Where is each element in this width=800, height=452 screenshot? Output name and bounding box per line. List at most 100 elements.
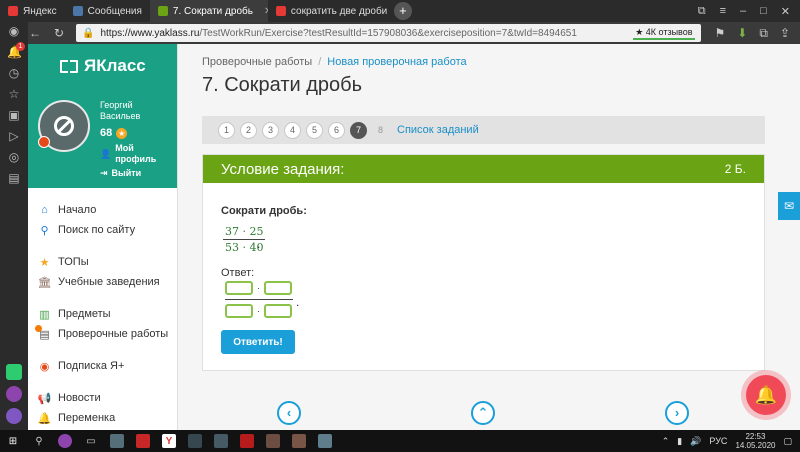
answer-denominator-input-1[interactable] bbox=[225, 304, 253, 318]
page-8[interactable]: 8 bbox=[372, 122, 389, 139]
close-window-icon[interactable]: ✕ bbox=[781, 5, 790, 18]
extensions-icon[interactable]: ⧉ bbox=[759, 26, 768, 41]
logo-text: ЯКласс bbox=[84, 56, 146, 75]
collections-icon[interactable]: ▣ bbox=[7, 108, 21, 122]
page-6[interactable]: 6 bbox=[328, 121, 345, 139]
new-tab-button[interactable]: + bbox=[393, 2, 412, 20]
assistant-app-icon[interactable] bbox=[6, 408, 22, 424]
tab-search[interactable]: сократить две дроби онл bbox=[268, 0, 388, 22]
star-icon: ★ bbox=[116, 128, 128, 139]
network-icon[interactable]: ▮ bbox=[677, 436, 682, 447]
search-icon: ⚲ bbox=[40, 224, 49, 237]
task-view-icon[interactable]: ▭ bbox=[84, 434, 98, 448]
game-app-3-icon[interactable] bbox=[266, 434, 280, 448]
tab-yandex[interactable]: Яндекс bbox=[0, 0, 65, 22]
search-icon[interactable]: ⚲ bbox=[32, 434, 46, 448]
alice-icon[interactable] bbox=[58, 434, 72, 448]
zen-icon[interactable]: ◎ bbox=[7, 150, 21, 164]
volume-icon[interactable]: 🔊 bbox=[690, 436, 701, 447]
sidebar-item-search[interactable]: ⚲ Поиск по сайту bbox=[28, 220, 177, 240]
site-menu: ⌂ Начало ⚲ Поиск по сайту ★ ТОПы 🏛 Учебные з… bbox=[28, 188, 177, 428]
avatar[interactable] bbox=[38, 100, 90, 152]
tab-messages[interactable]: Сообщения bbox=[65, 0, 150, 22]
sidebar-item-news[interactable]: 📢 Новости bbox=[28, 388, 177, 408]
page-5[interactable]: 5 bbox=[306, 121, 323, 139]
back-icon[interactable]: ← bbox=[28, 26, 42, 40]
page-3[interactable]: 3 bbox=[262, 121, 279, 139]
logout-link[interactable]: ⇥ Выйти bbox=[100, 168, 169, 179]
no-photo-icon bbox=[54, 116, 74, 136]
answer-numerator-input-1[interactable] bbox=[225, 281, 253, 295]
url-field[interactable]: 🔒 https://www.yaklass.ru/TestWorkRun/Exe… bbox=[76, 24, 701, 42]
page-2[interactable]: 2 bbox=[240, 121, 257, 139]
site-logo[interactable]: ЯКласс bbox=[28, 44, 177, 88]
clock-date: 14.05.2020 bbox=[735, 441, 776, 450]
sidebar-item-subscription[interactable]: ◉ Подписка Я+ bbox=[28, 356, 177, 376]
media-player-icon[interactable] bbox=[240, 434, 254, 448]
yandex-browser-icon[interactable]: Y bbox=[162, 434, 176, 448]
bookmarks-icon[interactable]: ⧉ bbox=[698, 5, 706, 18]
tab-current-exercise[interactable]: 7. Сократи дробь ✕ bbox=[149, 0, 268, 22]
notification-bell-icon[interactable]: 🔔 bbox=[746, 375, 786, 415]
notification-count: 1 bbox=[16, 42, 25, 51]
maximize-icon[interactable]: □ bbox=[760, 5, 767, 17]
keyboard-language[interactable]: РУС bbox=[709, 436, 727, 446]
alice-icon[interactable]: ◉ bbox=[7, 24, 21, 38]
menu-label: Поиск по сайту bbox=[58, 224, 136, 236]
my-profile-label: Мой профиль bbox=[115, 143, 157, 164]
minimize-icon[interactable]: – bbox=[740, 5, 746, 17]
sidebar-item-break[interactable]: 🔔 Переменка bbox=[28, 408, 177, 428]
windows-start-icon[interactable]: ⊞ bbox=[6, 434, 20, 448]
download-icon[interactable]: ⬇ bbox=[737, 26, 747, 41]
scroll-up-button[interactable]: ⌃ bbox=[471, 401, 495, 425]
answer-period: . bbox=[296, 295, 300, 309]
bookmark-icon[interactable]: ⚑ bbox=[715, 26, 726, 41]
notifications-icon[interactable]: 🔔 1 bbox=[7, 42, 25, 59]
breadcrumb-new-test[interactable]: Новая проверочная работа bbox=[327, 56, 466, 68]
next-exercise-button[interactable]: › bbox=[665, 401, 689, 425]
action-center-icon[interactable]: ▢ bbox=[783, 436, 792, 447]
tab-label: сократить две дроби онл bbox=[290, 5, 388, 17]
sidebar-item-schools[interactable]: 🏛 Учебные заведения bbox=[28, 272, 177, 292]
sidebar-item-tops[interactable]: ★ ТОПы bbox=[28, 252, 177, 272]
game-app-icon[interactable] bbox=[188, 434, 202, 448]
history-icon[interactable]: ◷ bbox=[7, 66, 21, 80]
task-card-title: Условие задания: bbox=[221, 160, 345, 178]
reload-icon[interactable]: ↻ bbox=[52, 26, 66, 40]
page-7-current[interactable]: 7 bbox=[350, 121, 367, 139]
pdf-icon[interactable]: ▤ bbox=[7, 171, 21, 185]
sidebar-item-subjects[interactable]: ▥ Предметы bbox=[28, 304, 177, 324]
cards-icon[interactable] bbox=[136, 434, 150, 448]
breadcrumb-tests[interactable]: Проверочные работы bbox=[202, 56, 312, 68]
answer-denominator-input-2[interactable] bbox=[264, 304, 292, 318]
url-host: https://www.yaklass.ru bbox=[100, 27, 200, 39]
menu-icon[interactable]: ≡ bbox=[720, 5, 726, 17]
game-app-4-icon[interactable] bbox=[292, 434, 306, 448]
page-1[interactable]: 1 bbox=[218, 121, 235, 139]
sidebar-item-home[interactable]: ⌂ Начало bbox=[28, 200, 177, 220]
submit-answer-button[interactable]: Ответить! bbox=[221, 330, 295, 354]
exercise-pagination: 1 2 3 4 5 6 7 8 Список заданий bbox=[202, 116, 765, 144]
star-icon: ★ bbox=[39, 256, 50, 269]
reviews-badge[interactable]: ★ 4К отзывов bbox=[633, 27, 695, 40]
page-4[interactable]: 4 bbox=[284, 121, 301, 139]
media-app-icon[interactable] bbox=[6, 364, 22, 380]
files-icon[interactable] bbox=[110, 434, 124, 448]
clock[interactable]: 22:53 14.05.2020 bbox=[735, 432, 775, 450]
news-icon: 📢 bbox=[37, 392, 52, 405]
feedback-mail-icon[interactable]: ✉ bbox=[778, 192, 800, 220]
favorites-icon[interactable]: ☆ bbox=[7, 87, 21, 101]
answer-label: Ответ: bbox=[221, 267, 255, 279]
task-list-link[interactable]: Список заданий bbox=[397, 124, 479, 136]
alice-app-icon[interactable] bbox=[6, 386, 22, 402]
share-icon[interactable]: ⇪ bbox=[780, 26, 790, 41]
answer-numerator-input-2[interactable] bbox=[264, 281, 292, 295]
video-icon[interactable]: ▷ bbox=[7, 129, 21, 143]
tray-expand-icon[interactable]: ⌃ bbox=[662, 436, 670, 447]
game-app-2-icon[interactable] bbox=[214, 434, 228, 448]
prev-exercise-button[interactable]: ‹ bbox=[277, 401, 301, 425]
my-profile-link[interactable]: 👤 Мой профиль bbox=[100, 143, 169, 165]
calculator-icon[interactable] bbox=[318, 434, 332, 448]
url-path: /TestWorkRun/Exercise?testResultId=15790… bbox=[199, 27, 577, 39]
sidebar-item-tests[interactable]: ▤ Проверочные работы bbox=[28, 324, 177, 344]
